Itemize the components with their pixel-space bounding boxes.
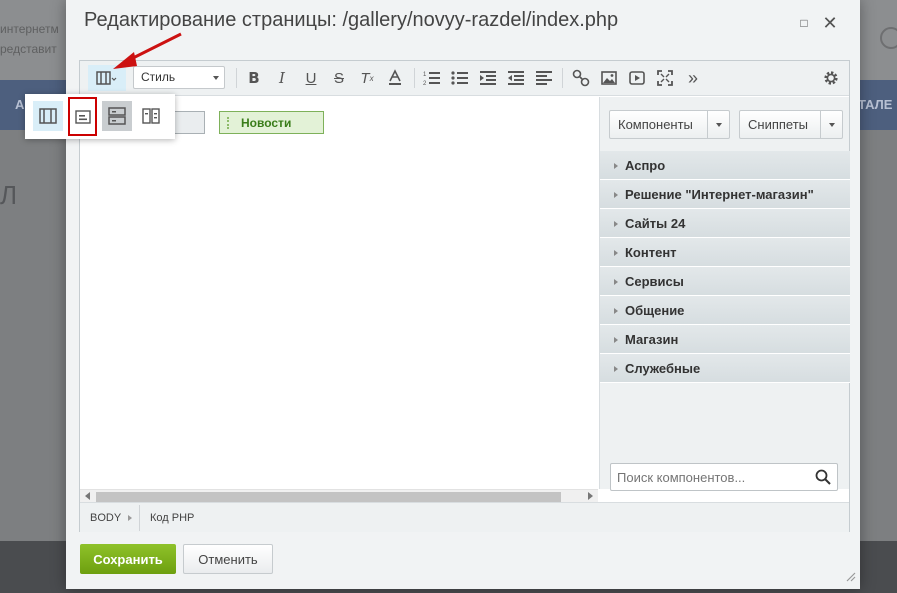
style-select[interactable]: Стиль	[133, 66, 225, 89]
components-panel: Компоненты Сниппеты Аспро Решение "Интер…	[599, 97, 850, 491]
video-icon[interactable]	[626, 67, 648, 89]
snippets-button[interactable]: Сниппеты	[739, 110, 843, 139]
bold-icon[interactable]: B	[243, 67, 265, 89]
breadcrumb-arrow-icon	[128, 515, 132, 521]
background-search-icon	[880, 27, 897, 49]
background-nav-right: ТАЛЕ	[858, 97, 893, 112]
component-search	[610, 463, 838, 491]
breadcrumb-body[interactable]: BODY	[90, 512, 121, 524]
strikethrough-icon[interactable]: S	[328, 67, 350, 89]
horizontal-scrollbar[interactable]	[80, 489, 598, 502]
visual-code-icon	[39, 108, 57, 124]
view-visual-only-option[interactable]	[68, 97, 97, 136]
view-mode-popup	[25, 94, 175, 139]
search-icon[interactable]	[815, 469, 831, 485]
fullscreen-icon[interactable]	[654, 67, 676, 89]
toolbar-separator	[414, 68, 415, 88]
view-split-option[interactable]	[136, 101, 166, 131]
group-shop[interactable]: Магазин	[600, 325, 850, 354]
php-code-button[interactable]: Код PHP	[150, 512, 194, 524]
cancel-button[interactable]: Отменить	[183, 544, 273, 574]
save-button[interactable]: Сохранить	[80, 544, 176, 574]
chevron-down-icon	[828, 122, 835, 127]
components-button-label: Компоненты	[618, 117, 693, 132]
ordered-list-icon[interactable]: 12	[421, 67, 443, 89]
component-block[interactable]	[173, 111, 205, 134]
text-color-icon[interactable]	[384, 67, 406, 89]
group-aspro[interactable]: Аспро	[600, 151, 850, 180]
view-code-top-option[interactable]	[102, 101, 132, 131]
split-view-icon	[142, 108, 160, 124]
unordered-list-icon[interactable]	[449, 67, 471, 89]
component-groups: Аспро Решение "Интернет-магазин" Сайты 2…	[600, 151, 850, 383]
editor-statusbar: BODY Код PHP	[80, 502, 849, 532]
settings-icon[interactable]	[820, 67, 842, 89]
component-search-input[interactable]	[611, 464, 801, 490]
statusbar-separator	[139, 505, 140, 531]
background-heading: Л	[0, 180, 18, 210]
chevron-down-icon	[213, 76, 219, 80]
link-icon[interactable]	[570, 67, 592, 89]
scrollbar-thumb[interactable]	[96, 492, 561, 502]
group-utility[interactable]: Служебные	[600, 354, 850, 383]
chevron-down-icon	[715, 122, 722, 127]
resize-handle-icon[interactable]	[844, 570, 856, 582]
scroll-left-icon[interactable]	[85, 492, 90, 500]
maximize-button[interactable]: □	[796, 14, 812, 32]
group-content[interactable]: Контент	[600, 238, 850, 267]
image-icon[interactable]	[598, 67, 620, 89]
underline-icon[interactable]: U	[300, 67, 322, 89]
snippets-dropdown-toggle[interactable]	[820, 111, 842, 138]
news-component-label: Новости	[241, 115, 292, 130]
group-communication[interactable]: Общение	[600, 296, 850, 325]
group-services[interactable]: Сервисы	[600, 267, 850, 296]
close-button[interactable]: ✕	[822, 14, 838, 32]
visual-only-icon	[74, 109, 91, 124]
view-visual-code-option[interactable]	[33, 101, 63, 131]
svg-text:2: 2	[423, 81, 427, 86]
background-text-2: редставит	[0, 42, 57, 56]
components-dropdown-toggle[interactable]	[707, 111, 729, 138]
toolbar-separator	[562, 68, 563, 88]
background-nav-left: А	[15, 97, 25, 112]
align-left-icon[interactable]	[533, 67, 555, 89]
group-eshop-solution[interactable]: Решение "Интернет-магазин"	[600, 180, 850, 209]
toolbar-separator	[236, 68, 237, 88]
editor-content-area[interactable]	[80, 97, 598, 489]
dialog-title: Редактирование страницы: /gallery/novyy-…	[84, 9, 619, 31]
snippets-button-label: Сниппеты	[748, 117, 809, 132]
editor-toolbar: Стиль B I U S Tx 12 »	[80, 61, 849, 96]
remove-format-icon[interactable]: Tx	[356, 67, 378, 89]
view-mode-icon	[96, 71, 117, 85]
scroll-right-icon[interactable]	[588, 492, 593, 500]
code-top-icon	[108, 107, 126, 125]
style-select-value: Стиль	[141, 70, 176, 84]
group-sites24[interactable]: Сайты 24	[600, 209, 850, 238]
italic-icon[interactable]: I	[271, 67, 293, 89]
edit-page-dialog: Редактирование страницы: /gallery/novyy-…	[66, 0, 860, 589]
news-component[interactable]: Новости	[219, 111, 324, 134]
components-button[interactable]: Компоненты	[609, 110, 730, 139]
drag-handle-icon[interactable]	[227, 117, 230, 129]
svg-text:1: 1	[423, 72, 427, 78]
indent-icon[interactable]	[477, 67, 499, 89]
background-text-1: интернетм	[0, 22, 59, 36]
outdent-icon[interactable]	[505, 67, 527, 89]
view-mode-button[interactable]	[88, 65, 126, 91]
more-icon[interactable]: »	[682, 67, 704, 89]
